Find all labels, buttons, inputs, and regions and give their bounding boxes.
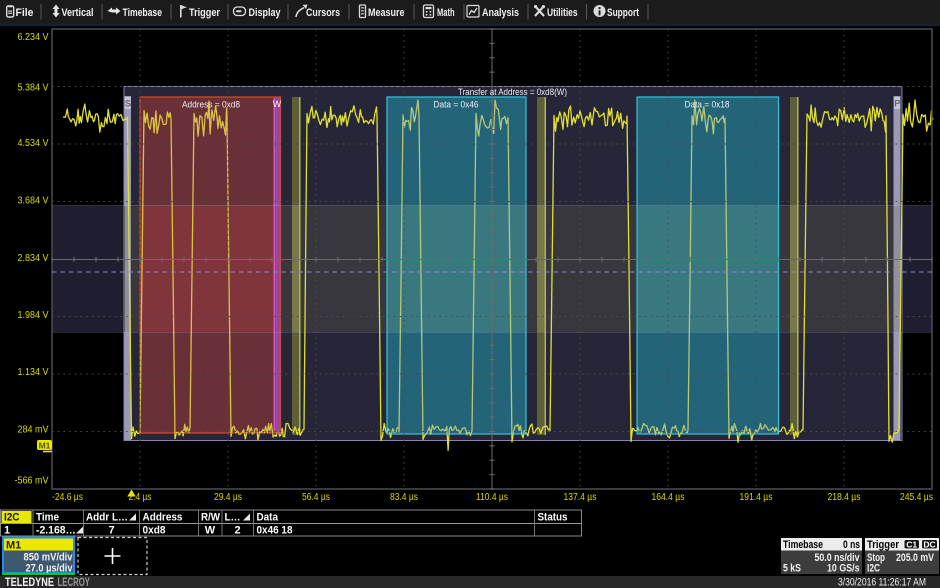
svg-text:Time: Time <box>36 512 59 524</box>
svg-text:2.834 V: 2.834 V <box>18 253 49 264</box>
svg-text:Analysis: Analysis <box>482 7 519 19</box>
svg-text:205.0 mV: 205.0 mV <box>896 552 935 564</box>
svg-text:29.4 µs: 29.4 µs <box>214 492 242 503</box>
svg-text:Status: Status <box>538 512 568 524</box>
svg-text:M1: M1 <box>39 441 51 451</box>
svg-text:Support: Support <box>607 7 639 19</box>
svg-text:0 ns: 0 ns <box>843 539 860 551</box>
svg-text:Addr L…: Addr L… <box>86 512 128 524</box>
svg-text:Data: Data <box>257 512 279 524</box>
svg-text:Vertical: Vertical <box>62 7 94 19</box>
svg-text:Cursors: Cursors <box>306 7 340 19</box>
svg-text:56.4 µs: 56.4 µs <box>302 492 330 503</box>
svg-text:Utilities: Utilities <box>547 7 578 19</box>
svg-text:284 mV: 284 mV <box>18 425 49 436</box>
svg-text:-24.6 µs: -24.6 µs <box>52 492 83 503</box>
svg-text:-566 mV: -566 mV <box>15 476 49 487</box>
svg-text:1.984 V: 1.984 V <box>18 310 49 321</box>
svg-text:27.0 µs/div: 27.0 µs/div <box>26 563 74 575</box>
svg-text:File: File <box>16 7 34 19</box>
svg-text:5.384 V: 5.384 V <box>18 83 49 94</box>
svg-text:DC: DC <box>923 539 935 549</box>
svg-text:M1: M1 <box>6 540 21 552</box>
svg-text:Trigger: Trigger <box>189 7 221 19</box>
svg-text:1.134 V: 1.134 V <box>18 367 49 378</box>
svg-text:P: P <box>894 99 900 109</box>
svg-text:218.4 µs: 218.4 µs <box>828 492 861 503</box>
svg-text:Display: Display <box>249 7 282 19</box>
svg-text:3.684 V: 3.684 V <box>18 196 49 207</box>
svg-text:245.4 µs: 245.4 µs <box>900 492 933 503</box>
svg-text:TELEDYNE: TELEDYNE <box>5 575 54 588</box>
svg-text:Data = 0x46: Data = 0x46 <box>434 100 479 110</box>
svg-text:Math: Math <box>437 7 455 19</box>
svg-text:191.4 µs: 191.4 µs <box>740 492 773 503</box>
svg-text:110.4 µs: 110.4 µs <box>476 492 508 503</box>
svg-text:C1: C1 <box>906 539 917 549</box>
svg-text:I2C: I2C <box>4 512 20 524</box>
svg-text:7: 7 <box>108 525 114 537</box>
svg-text:164.4 µs: 164.4 µs <box>652 492 685 503</box>
svg-text:Address: Address <box>143 512 183 524</box>
svg-text:3/30/2016 11:26:17 AM: 3/30/2016 11:26:17 AM <box>838 577 926 588</box>
svg-text:137.4 µs: 137.4 µs <box>564 492 597 503</box>
svg-text:W: W <box>273 99 282 109</box>
svg-text:6.234 V: 6.234 V <box>18 32 49 43</box>
svg-text:83.4 µs: 83.4 µs <box>390 492 418 503</box>
svg-text:LECROY: LECROY <box>58 575 91 588</box>
svg-text:W: W <box>205 525 216 537</box>
svg-text:-2.168…: -2.168… <box>36 525 76 537</box>
svg-text:0x46 18: 0x46 18 <box>257 525 293 537</box>
svg-text:Trigger: Trigger <box>867 539 900 551</box>
svg-text:R/W: R/W <box>201 512 221 524</box>
svg-text:2: 2 <box>234 525 240 537</box>
svg-text:Timebase: Timebase <box>783 539 823 551</box>
svg-text:Data = 0x18: Data = 0x18 <box>685 100 730 110</box>
svg-text:I2C: I2C <box>867 563 880 575</box>
svg-text:Transfer at Address = 0xd8(W): Transfer at Address = 0xd8(W) <box>458 87 567 98</box>
svg-text:4.534 V: 4.534 V <box>18 138 49 149</box>
svg-text:1: 1 <box>4 525 10 537</box>
svg-text:Timebase: Timebase <box>123 7 163 19</box>
svg-text:Address = 0xd8: Address = 0xd8 <box>182 100 240 110</box>
svg-text:0xd8: 0xd8 <box>143 525 166 537</box>
svg-text:Measure: Measure <box>368 7 405 19</box>
svg-text:10 GS/s: 10 GS/s <box>827 563 860 575</box>
svg-text:5 kS: 5 kS <box>783 563 801 575</box>
svg-text:S: S <box>125 99 131 109</box>
svg-text:2.4 µs: 2.4 µs <box>129 492 152 503</box>
svg-text:L…: L… <box>225 512 241 524</box>
